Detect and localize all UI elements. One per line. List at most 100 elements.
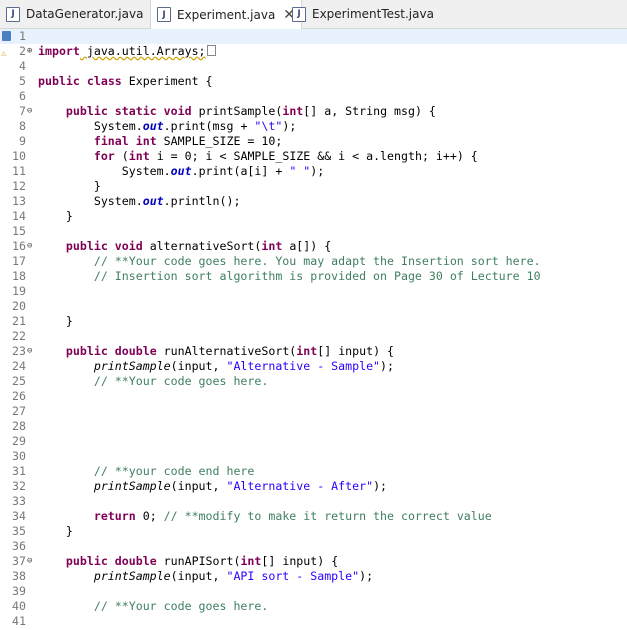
code-line: 12 }	[0, 179, 627, 194]
code-line: 13 System.out.println();	[0, 194, 627, 209]
code-text: Experiment {	[121, 74, 213, 88]
keyword: import	[38, 44, 80, 58]
code-text: i = 0; i < SAMPLE_SIZE && i < a.length; …	[149, 149, 478, 163]
code-line: 15	[0, 224, 627, 239]
code-text: printSample(	[191, 104, 283, 118]
code-text: }	[93, 179, 101, 193]
tab-experiment[interactable]: J Experiment.java ✕	[150, 0, 303, 29]
code-line: 4	[0, 59, 627, 74]
collapse-icon[interactable]: ⊖	[27, 344, 32, 359]
code-text: );	[310, 164, 325, 178]
folded-block-icon[interactable]	[206, 45, 216, 56]
code-line: 26	[0, 389, 627, 404]
code-text: (input,	[170, 479, 227, 493]
line-number: 4	[19, 59, 26, 73]
code-editor[interactable]: 1 ⚠ 2 ⊕ import java.util.Arrays; 4 5 public …	[0, 29, 627, 630]
code-text: [] a, String msg) {	[303, 104, 436, 118]
code-text: }	[65, 314, 73, 328]
line-number: 34	[12, 509, 26, 523]
method-call: printSample	[93, 479, 171, 493]
line-number: 27	[12, 404, 26, 418]
collapse-icon[interactable]: ⊖	[27, 239, 32, 254]
line-number: 32	[12, 479, 26, 493]
java-file-icon: J	[292, 6, 306, 22]
code-text: alternativeSort(	[142, 239, 262, 253]
code-text: runAPISort(	[156, 554, 241, 568]
line-number: 36	[12, 539, 26, 553]
code-line: 19	[0, 284, 627, 299]
code-text: );	[373, 479, 388, 493]
string-literal: " "	[289, 164, 311, 178]
keyword: public	[65, 104, 108, 118]
keyword: void	[114, 239, 143, 253]
expand-icon[interactable]: ⊕	[27, 44, 32, 59]
code-text: (input,	[170, 359, 227, 373]
keyword: int	[128, 149, 150, 163]
code-line: 32 printSample(input, "Alternative - Aft…	[0, 479, 627, 494]
tab-datagenerator[interactable]: J DataGenerator.java	[6, 0, 143, 28]
code-text: .print(a[i] +	[191, 164, 290, 178]
line-number: 18	[12, 269, 26, 283]
comment: // **Your code goes here.	[93, 599, 269, 613]
line-number: 23	[12, 344, 26, 358]
code-line: 38 printSample(input, "API sort - Sample…	[0, 569, 627, 584]
code-line: 5 public class Experiment {	[0, 74, 627, 89]
code-line: 35 }	[0, 524, 627, 539]
code-line: 39	[0, 584, 627, 599]
method-call: printSample	[93, 359, 171, 373]
editor-tab-bar: J DataGenerator.java J Experiment.java ✕…	[0, 0, 627, 29]
code-text: [] input) {	[317, 344, 395, 358]
code-line: 36	[0, 539, 627, 554]
keyword: void	[163, 104, 192, 118]
code-line: 29	[0, 434, 627, 449]
line-number: 9	[19, 134, 26, 148]
code-line: 6	[0, 89, 627, 104]
code-line: 16 ⊖ public void alternativeSort(int a[])…	[0, 239, 627, 254]
keyword: static	[114, 104, 157, 118]
code-line: 17 // **Your code goes here. You may ada…	[0, 254, 627, 269]
code-text: runAlternativeSort(	[156, 344, 297, 358]
code-line: 8 System.out.print(msg + "\t");	[0, 119, 627, 134]
collapse-icon[interactable]: ⊖	[27, 554, 32, 569]
line-number: 15	[12, 224, 26, 238]
keyword: final	[93, 134, 129, 148]
code-text: );	[282, 119, 297, 133]
comment: // Insertion sort algorithm is provided …	[93, 269, 541, 283]
comment: // **Your code goes here.	[93, 374, 269, 388]
code-line: 25 // **Your code goes here.	[0, 374, 627, 389]
field: out	[142, 194, 164, 208]
line-number: 39	[12, 584, 26, 598]
code-text: [] input) {	[261, 554, 339, 568]
keyword: int	[240, 554, 262, 568]
code-line: 22	[0, 329, 627, 344]
keyword: public	[65, 239, 108, 253]
code-line: 14 }	[0, 209, 627, 224]
java-file-icon: J	[157, 7, 171, 22]
code-line: 41	[0, 614, 627, 629]
line-number: 11	[12, 164, 26, 178]
collapse-icon[interactable]: ⊖	[27, 104, 32, 119]
keyword: public	[65, 344, 108, 358]
line-number: 17	[12, 254, 26, 268]
line-number: 2	[19, 44, 26, 58]
line-number: 21	[12, 314, 26, 328]
code-line: 21 }	[0, 314, 627, 329]
code-text: );	[359, 569, 374, 583]
tab-experimenttest[interactable]: J ExperimentTest.java	[292, 0, 434, 28]
code-line: 34 return 0; // **modify to make it retu…	[0, 509, 627, 524]
code-line: 18 // Insertion sort algorithm is provid…	[0, 269, 627, 284]
code-line: 30	[0, 449, 627, 464]
keyword: int	[261, 239, 283, 253]
code-text: }	[65, 524, 73, 538]
keyword: int	[296, 344, 318, 358]
string-literal: "Alternative - Sample"	[226, 359, 381, 373]
line-number: 5	[19, 74, 26, 88]
code-text: );	[380, 359, 394, 373]
line-number: 35	[12, 524, 26, 538]
code-text: 0;	[135, 509, 164, 523]
line-number: 7	[19, 104, 26, 118]
line-number: 19	[12, 284, 26, 298]
code-text: (	[114, 149, 129, 163]
code-line: 23 ⊖ public double runAlternativeSort(int…	[0, 344, 627, 359]
comment: // **your code end here	[93, 464, 255, 478]
